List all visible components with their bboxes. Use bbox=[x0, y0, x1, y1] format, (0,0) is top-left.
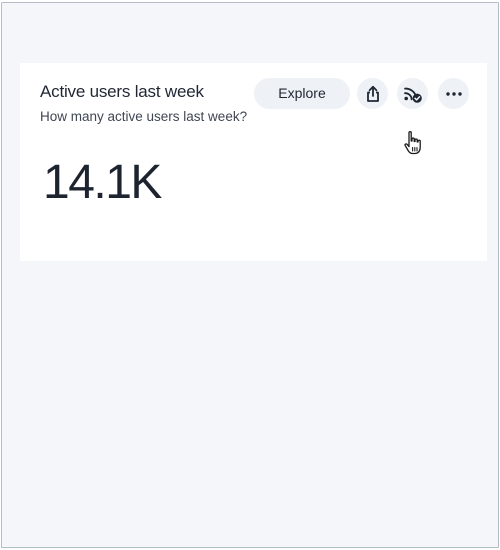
share-icon bbox=[366, 85, 379, 102]
subscribe-icon bbox=[403, 87, 422, 103]
kpi-card: Active users last week How many active u… bbox=[20, 63, 487, 261]
subscribe-button[interactable] bbox=[397, 78, 428, 109]
kpi-value: 14.1K bbox=[43, 156, 162, 209]
card-title: Active users last week bbox=[40, 82, 204, 101]
card-subtitle: How many active users last week? bbox=[40, 109, 248, 124]
more-icon bbox=[445, 91, 462, 96]
explore-button[interactable]: Explore bbox=[254, 78, 350, 109]
share-button[interactable] bbox=[357, 78, 388, 109]
more-options-button[interactable] bbox=[438, 78, 469, 109]
page-background: Active users last week How many active u… bbox=[1, 2, 499, 548]
pointer-cursor-icon bbox=[404, 131, 421, 155]
